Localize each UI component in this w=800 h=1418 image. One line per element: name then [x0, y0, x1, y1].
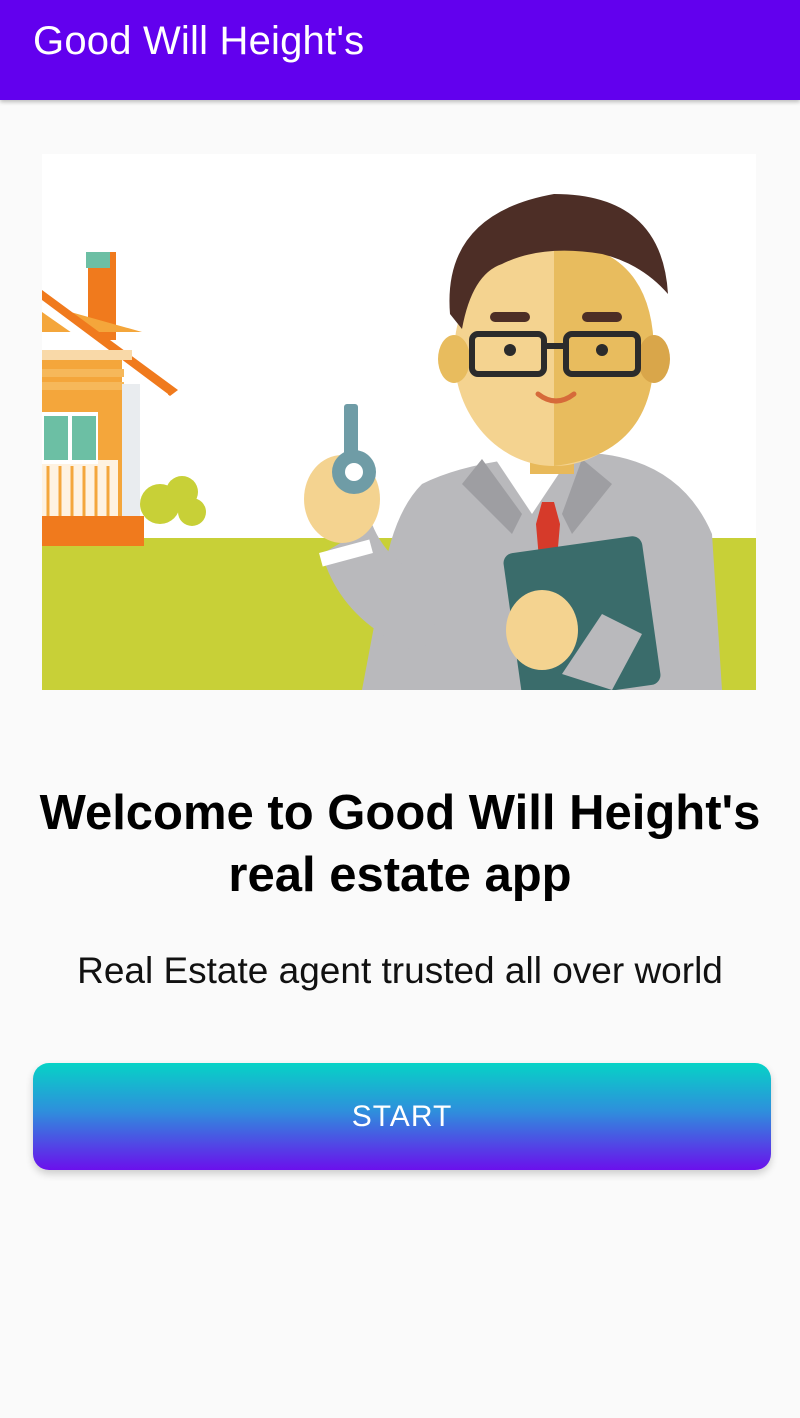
app-screen: Good Will Height's Welcome to Good Will … — [0, 0, 800, 1418]
subtitle-text: Real Estate agent trusted all over world — [77, 950, 723, 991]
agent-figure — [304, 194, 722, 690]
hero-illustration — [42, 154, 756, 690]
app-bar: Good Will Height's — [0, 0, 800, 100]
welcome-title: Welcome to Good Will Height's real estat… — [39, 786, 761, 902]
app-bar-title: Good Will Height's — [33, 18, 365, 63]
house-icon — [42, 252, 206, 546]
start-button[interactable]: START — [33, 1063, 771, 1170]
